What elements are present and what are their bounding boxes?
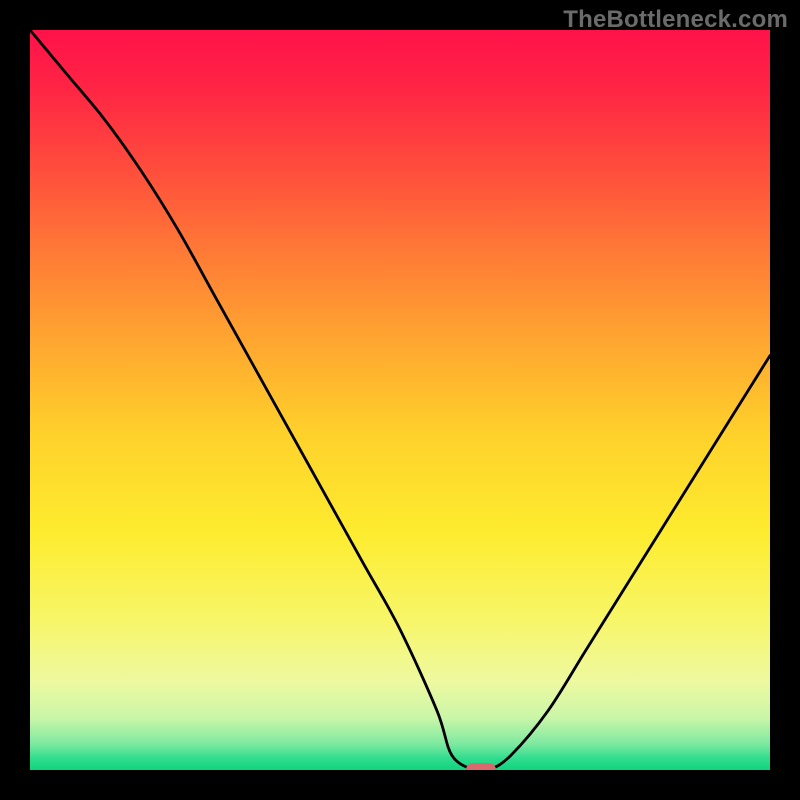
optimal-point-marker bbox=[466, 763, 496, 770]
plot-area bbox=[30, 30, 770, 770]
chart-frame: TheBottleneck.com bbox=[0, 0, 800, 800]
watermark-text: TheBottleneck.com bbox=[563, 6, 788, 34]
bottleneck-curve bbox=[30, 30, 770, 770]
